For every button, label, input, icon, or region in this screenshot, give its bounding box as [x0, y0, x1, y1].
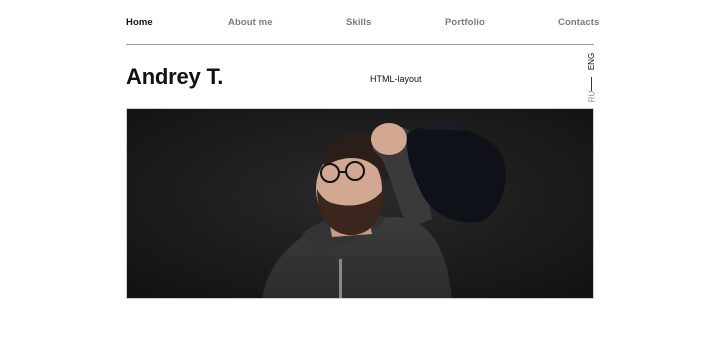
nav-home[interactable]: Home	[126, 17, 153, 28]
nav-contacts[interactable]: Contacts	[558, 17, 599, 28]
portrait-photo	[127, 109, 593, 298]
lang-ru[interactable]: RU	[587, 91, 596, 103]
language-switcher: ENG RU	[583, 53, 601, 103]
nav-skills[interactable]: Skills	[346, 17, 371, 28]
lang-eng[interactable]: ENG	[587, 53, 596, 70]
nav-about-me[interactable]: About me	[228, 17, 273, 28]
hero-image	[126, 108, 594, 299]
main-nav: Home About me Skills Portfolio Contacts	[126, 0, 599, 45]
page-title: Andrey T.	[126, 64, 224, 89]
nav-portfolio[interactable]: Portfolio	[445, 17, 485, 28]
page-subtitle: HTML-layout	[370, 74, 422, 84]
lang-divider	[591, 77, 592, 91]
